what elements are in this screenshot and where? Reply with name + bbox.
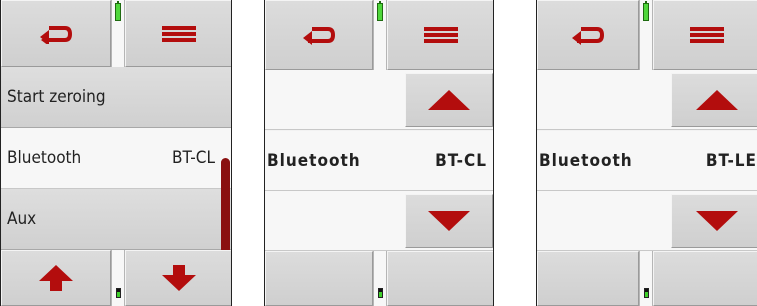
arrow-up-icon (428, 90, 470, 110)
screen-bluetooth-setting-changed: Bluetooth BT-LE (536, 0, 757, 306)
back-button[interactable] (1, 0, 111, 67)
bottom-left-button[interactable] (537, 251, 639, 306)
battery-icon (378, 288, 383, 298)
menu-item-start-zeroing[interactable]: Start zeroing (1, 67, 231, 128)
setting-row-bluetooth: Bluetooth BT-LE (537, 131, 757, 191)
menu-item-aux[interactable]: Aux (1, 189, 231, 250)
menu-lines-icon (424, 27, 458, 43)
return-arrow-icon (571, 25, 605, 45)
arrow-up-icon (696, 90, 738, 110)
setting-row-bluetooth: Bluetooth BT-CL (265, 131, 493, 191)
status-strip-top (373, 0, 387, 70)
arrow-down-icon (162, 265, 196, 291)
menu-button[interactable] (653, 0, 757, 70)
status-strip-top (111, 0, 125, 67)
setting-label: Bluetooth (539, 150, 633, 171)
bottom-left-button[interactable] (265, 251, 373, 306)
menu-button[interactable] (387, 0, 493, 70)
battery-icon (644, 288, 649, 298)
menu-item-label: Start zeroing (7, 87, 106, 107)
scrollbar-thumb[interactable] (221, 158, 230, 254)
arrow-up-icon (39, 265, 73, 291)
status-strip-bottom (373, 251, 387, 306)
battery-icon (116, 288, 121, 298)
arrow-down-icon (428, 211, 470, 231)
screen-menu-list: Start zeroing Bluetooth BT-CL Aux (0, 0, 232, 306)
return-arrow-icon (39, 24, 73, 44)
value-down-button[interactable] (671, 194, 757, 248)
back-button[interactable] (265, 0, 373, 70)
status-strip-bottom (111, 250, 125, 306)
menu-item-label: Aux (7, 209, 37, 229)
menu-lines-icon (162, 25, 196, 42)
menu-button[interactable] (125, 0, 231, 67)
battery-icon (377, 1, 383, 21)
value-up-button[interactable] (405, 73, 493, 127)
battery-icon (643, 1, 649, 21)
return-arrow-icon (302, 25, 336, 45)
scroll-down-button[interactable] (125, 250, 231, 306)
status-strip-top (639, 0, 653, 70)
value-down-button[interactable] (405, 194, 493, 248)
screen-bluetooth-setting: Bluetooth BT-CL (264, 0, 494, 306)
scroll-up-button[interactable] (1, 250, 111, 306)
battery-icon (115, 1, 121, 21)
menu-lines-icon (690, 27, 724, 43)
menu-item-value: BT-CL (172, 148, 215, 168)
arrow-down-icon (696, 211, 738, 231)
setting-value: BT-CL (435, 150, 487, 171)
bottom-right-button[interactable] (653, 251, 757, 306)
bottom-right-button[interactable] (387, 251, 493, 306)
menu-item-label: Bluetooth (7, 148, 82, 168)
back-button[interactable] (537, 0, 639, 70)
setting-value: BT-LE (705, 150, 757, 171)
status-strip-bottom (639, 251, 653, 306)
menu-item-bluetooth[interactable]: Bluetooth BT-CL (1, 128, 231, 189)
setting-label: Bluetooth (267, 150, 361, 171)
value-up-button[interactable] (671, 73, 757, 127)
